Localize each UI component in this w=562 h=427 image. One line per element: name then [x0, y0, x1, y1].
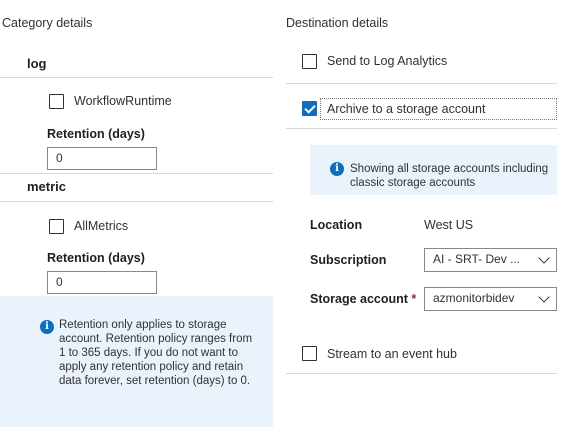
divider — [0, 173, 273, 174]
category-details-header: Category details — [2, 16, 93, 30]
archive-storage-label: Archive to a storage account — [327, 102, 486, 116]
metric-retention-input[interactable]: 0 — [47, 271, 157, 294]
required-mark: * — [411, 292, 417, 306]
chevron-down-icon — [538, 291, 550, 303]
allmetrics-checkbox[interactable] — [49, 219, 64, 234]
log-section-title: log — [27, 56, 47, 71]
stream-event-hub-checkbox[interactable] — [302, 346, 317, 361]
log-retention-input[interactable]: 0 — [47, 147, 157, 170]
divider — [0, 201, 273, 202]
subscription-label: Subscription — [310, 253, 387, 267]
divider — [0, 77, 273, 78]
divider — [286, 373, 557, 374]
log-retention-label: Retention (days) — [47, 127, 145, 141]
archive-storage-checkbox[interactable] — [302, 101, 317, 116]
retention-info-box: i Retention only applies to storage acco… — [0, 296, 273, 427]
info-icon: i — [330, 162, 344, 176]
metric-section-title: metric — [27, 179, 67, 194]
workflowruntime-label: WorkflowRuntime — [74, 94, 172, 108]
subscription-dropdown[interactable]: AI - SRT- Dev ... — [424, 248, 557, 272]
chevron-down-icon — [538, 252, 550, 264]
divider — [286, 128, 557, 129]
storage-info-box: i Showing all storage accounts including… — [310, 145, 557, 195]
storage-account-value: azmonitorbidev — [433, 291, 515, 305]
stream-event-hub-label: Stream to an event hub — [327, 347, 457, 361]
workflowruntime-checkbox[interactable] — [49, 94, 64, 109]
storage-account-label-text: Storage account — [310, 292, 408, 306]
divider — [286, 83, 557, 84]
location-value: West US — [424, 218, 474, 232]
subscription-value: AI - SRT- Dev ... — [433, 252, 521, 266]
send-to-log-analytics-label: Send to Log Analytics — [327, 54, 448, 68]
storage-info-text: Showing all storage accounts including c… — [350, 163, 549, 189]
destination-details-header: Destination details — [286, 16, 389, 30]
retention-info-text: Retention only applies to storage accoun… — [59, 319, 253, 387]
info-icon: i — [40, 320, 54, 334]
send-to-log-analytics-checkbox[interactable] — [302, 54, 317, 69]
storage-account-dropdown[interactable]: azmonitorbidev — [424, 287, 557, 311]
location-label: Location — [310, 218, 363, 232]
allmetrics-label: AllMetrics — [74, 219, 129, 233]
storage-account-label: Storage account * — [310, 292, 416, 306]
metric-retention-label: Retention (days) — [47, 251, 145, 265]
